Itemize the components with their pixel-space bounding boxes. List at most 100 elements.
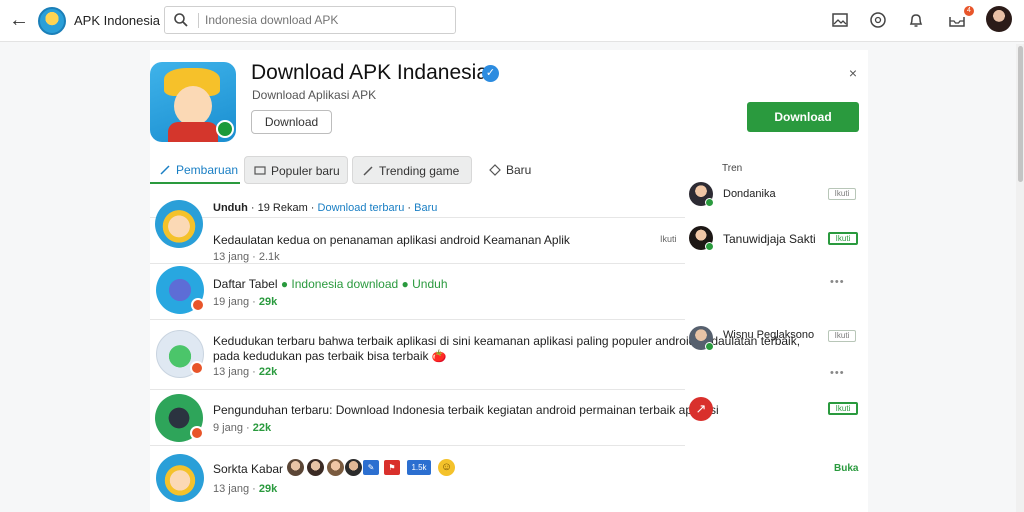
feed-line: Unduh · 19 Rekam · Download terbaru · Ba… [213, 202, 437, 214]
follow-button[interactable]: Ikuti [828, 402, 858, 415]
more-options-icon[interactable]: ••• [830, 367, 845, 379]
feed-time: 13 jang · [213, 366, 259, 378]
follow-button[interactable]: Ikuti [828, 188, 856, 200]
trending-header: Tren [722, 163, 743, 174]
feed-count: 22k [258, 366, 278, 378]
app-icon [150, 62, 236, 142]
list-item [150, 390, 685, 446]
search-divider [198, 13, 199, 28]
online-dot-icon [705, 242, 714, 251]
reaction-avatar[interactable] [345, 459, 362, 476]
list-item [150, 264, 685, 320]
page-subtitle: Download Aplikasi APK [252, 88, 377, 102]
image-icon[interactable] [830, 10, 850, 30]
count-tag: 1.5k [407, 460, 431, 475]
page-title: Download APK Indanesia [251, 61, 488, 84]
feed-link[interactable]: Indonesia download [291, 277, 398, 291]
open-link[interactable]: Buka [834, 463, 858, 474]
online-dot-icon [705, 198, 714, 207]
tab-label: Baru [506, 163, 532, 177]
feed-avatar[interactable] [156, 330, 204, 378]
badge-icon [191, 298, 205, 312]
top-bar: ← APK Indonesia 4 [0, 0, 1024, 42]
scrollbar-thumb[interactable] [1018, 46, 1023, 182]
tab-populer[interactable]: Populer baru [244, 156, 348, 184]
share-icon[interactable]: ↗ [689, 397, 713, 421]
smile-icon[interactable]: ☺ [438, 459, 455, 476]
reaction-avatar[interactable] [287, 459, 304, 476]
more-options-icon[interactable]: ••• [830, 276, 845, 288]
pencil-icon [160, 165, 170, 175]
badge-icon [190, 361, 204, 375]
tag-icon [489, 164, 501, 176]
person-name[interactable]: Tanuwidjaja Sakti [723, 232, 816, 246]
notification-badge: 4 [964, 6, 974, 16]
feed-tag: Ikuti [660, 234, 677, 244]
feed-time: 9 jang · [213, 422, 253, 434]
follow-button[interactable]: Ikuti [828, 232, 858, 245]
app-logo[interactable] [38, 7, 66, 35]
pencil-icon [363, 166, 373, 176]
tab-label: Pembaruan [176, 163, 239, 177]
feed-meta: 13 jang · 29k [213, 483, 277, 495]
feed-count: 2.1k [258, 251, 280, 263]
online-dot-icon [705, 342, 714, 351]
app-icon-face [174, 86, 212, 126]
feed-link[interactable]: Download terbaru [318, 202, 405, 214]
feed-link[interactable]: Baru [414, 202, 437, 214]
info-circle-icon[interactable] [868, 10, 888, 30]
feed-avatar[interactable] [156, 266, 205, 314]
person-name[interactable]: Wisnu Peglaksono [723, 329, 814, 341]
reaction-avatar[interactable] [327, 459, 344, 476]
feed-line: Pengunduhan terbaru: Download Indonesia … [213, 403, 719, 417]
list-item [150, 446, 685, 512]
outline-download-button[interactable]: Download [251, 110, 332, 134]
feed-line: Kedaulatan kedua on penanaman aplikasi a… [213, 233, 570, 247]
search-box[interactable] [164, 6, 456, 34]
feed-time: 19 jang · [213, 296, 259, 308]
chat-icon [254, 166, 266, 175]
feed-line: Sorkta Kabar [213, 462, 284, 476]
feed-title: Daftar Tabel [213, 277, 278, 291]
tab-pembaruan[interactable]: Pembaruan [150, 156, 240, 184]
feed-separator: · [404, 202, 415, 214]
feed-author: Unduh [213, 202, 248, 214]
play-badge-icon [216, 120, 234, 138]
tab-trending[interactable]: Trending game [352, 156, 472, 184]
feed-meta: 19 jang · 29k [213, 296, 277, 308]
badge-icon [190, 426, 204, 440]
pin-icon[interactable]: ⚑ [384, 460, 400, 475]
back-arrow-icon[interactable]: ← [8, 9, 30, 31]
feed-meta: 9 jang · 22k [213, 422, 271, 434]
dot-icon: ● [280, 277, 289, 291]
feed-link[interactable]: Unduh [412, 277, 447, 291]
person-name[interactable]: Dondanika [723, 188, 776, 200]
app-name: APK Indonesia [74, 13, 161, 28]
app-icon-shirt [168, 122, 218, 142]
feed-count: 22k [252, 422, 272, 434]
feed-meta: 13 jang · 22k [213, 366, 277, 378]
follow-button[interactable]: Ikuti [828, 330, 856, 342]
feed-time: 13 jang · [213, 251, 259, 263]
reaction-avatar[interactable] [307, 459, 324, 476]
edit-icon[interactable]: ✎ [363, 460, 379, 475]
user-avatar[interactable] [986, 6, 1012, 32]
feed-avatar[interactable] [155, 394, 204, 442]
feed-avatar[interactable] [156, 454, 204, 502]
feed-time: 13 jang · [213, 483, 259, 495]
feed-meta: · 19 Rekam · [247, 202, 318, 214]
dot-icon: ● [401, 277, 409, 291]
feed-meta: 13 jang · 2.1k [213, 251, 280, 263]
feed-line: Daftar Tabel ● Indonesia download ● Undu… [213, 277, 448, 291]
verified-check-icon: ✓ [482, 65, 499, 82]
search-input[interactable] [205, 11, 445, 29]
tab-baru[interactable]: Baru [480, 156, 550, 184]
download-button[interactable]: Download sekarang [747, 102, 859, 154]
feed-count: 29k [258, 296, 278, 308]
tab-label: Trending game [379, 164, 460, 178]
tab-label: Populer baru [271, 164, 340, 178]
close-icon[interactable]: × [846, 66, 860, 80]
feed-line: pada kedudukan pas terbaik bisa terbaik … [213, 349, 447, 363]
feed-count: 29k [258, 483, 278, 495]
bell-icon[interactable] [906, 10, 926, 30]
